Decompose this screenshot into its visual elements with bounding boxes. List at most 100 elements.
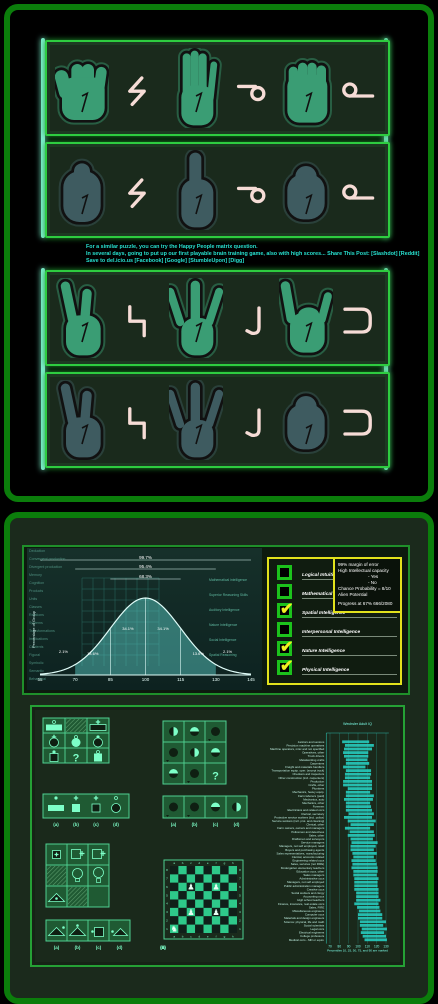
range-bar — [361, 927, 387, 931]
range-bar — [345, 794, 374, 798]
category-label: Medical occs - MD or equiv. — [289, 938, 325, 942]
dot-icon — [111, 930, 114, 933]
chess-board: aabbccddeeffgghh8 87 76 65 54 43 32 21 1♟ ♟♟ ♟♞ — [163, 859, 244, 940]
dot-icon — [54, 796, 58, 800]
answer-label: (a) — [54, 945, 60, 950]
answer-label: (a) — [53, 822, 59, 827]
chess-square — [195, 866, 204, 875]
chess-square — [170, 907, 179, 917]
puzzle1-answers: (a) (b) (c) (d) — [42, 793, 130, 827]
puzzle2-answers: (a) (b) (c) (d) — [162, 795, 248, 827]
dark-ball-icon — [169, 748, 178, 757]
range-bar — [342, 740, 370, 744]
range-bar — [343, 783, 372, 787]
range-bar — [358, 913, 383, 916]
chess-square — [195, 907, 204, 917]
range-bar — [354, 888, 379, 891]
range-bar — [350, 823, 374, 826]
chess-square — [220, 916, 229, 925]
pawn-icon[interactable]: ♟ — [187, 883, 194, 892]
dark-circle-icon — [49, 737, 59, 748]
range-bar — [359, 920, 386, 924]
chess-square — [186, 916, 196, 925]
square-icon — [94, 927, 104, 937]
chess-square — [170, 866, 179, 875]
range-bar — [351, 859, 376, 862]
answer-label: (d) — [234, 822, 240, 827]
range-bar — [351, 841, 378, 844]
puzzle3-matrix — [45, 843, 110, 908]
range-bar — [344, 826, 371, 830]
chess-square — [170, 882, 179, 892]
range-bar — [345, 758, 368, 762]
range-bar — [344, 744, 374, 747]
range-bar — [351, 866, 378, 870]
chess-square — [170, 899, 179, 908]
chess-square — [186, 891, 196, 900]
chess-square — [203, 907, 212, 917]
chess-square — [178, 907, 187, 917]
pawn-icon[interactable]: ♟ — [187, 908, 194, 917]
chess-square — [220, 899, 229, 908]
chess-square — [195, 874, 204, 883]
puzzle2-matrix: ? — [162, 720, 227, 785]
chess-square — [220, 866, 229, 875]
chess-square — [178, 874, 187, 883]
chess-square — [211, 874, 221, 883]
chess-answer-labels: (a)(b)(c)(d) — [160, 945, 166, 950]
chess-square — [228, 891, 237, 900]
puzzle-cell — [64, 717, 88, 734]
puzzle-cell — [45, 864, 68, 887]
chess-square — [203, 874, 212, 883]
chess-square — [186, 866, 196, 875]
question-mark-icon: ? — [73, 753, 80, 765]
dark-ball-icon — [190, 802, 199, 812]
chess-square — [203, 891, 212, 900]
chess-square — [178, 899, 187, 908]
range-bar — [344, 816, 372, 819]
range-bar — [359, 924, 384, 927]
range-bar — [358, 916, 383, 920]
chess-square — [228, 916, 237, 925]
knight-icon[interactable]: ♞ — [171, 925, 178, 934]
hatch-fill — [66, 719, 86, 732]
pawn-icon[interactable]: ♟ — [212, 908, 219, 917]
range-bar — [350, 848, 374, 852]
answer-label: (b) — [73, 822, 79, 827]
range-bar — [347, 787, 372, 790]
range-bar — [343, 765, 366, 769]
range-bar — [353, 873, 377, 877]
answer-label: (d) — [160, 945, 166, 950]
light-square-icon — [72, 804, 80, 812]
chess-square — [195, 924, 204, 933]
chess-square — [228, 907, 237, 917]
range-bar — [344, 747, 372, 751]
light-circle-icon — [71, 738, 81, 747]
chess-square — [228, 882, 237, 892]
chess-square — [203, 916, 212, 925]
hatch-fill — [47, 866, 66, 885]
range-bar — [343, 780, 372, 783]
light-rectangle-icon — [46, 724, 62, 731]
chess-square — [178, 882, 187, 892]
dark-square-icon — [91, 803, 101, 813]
dot-icon — [76, 924, 79, 927]
dark-ball-icon — [169, 802, 178, 812]
chess-square — [203, 899, 212, 908]
range-bar — [345, 801, 371, 805]
range-bar — [349, 830, 374, 834]
chess-square — [186, 874, 196, 883]
range-bar — [356, 898, 381, 902]
dot-icon — [55, 897, 58, 900]
chess-square — [195, 916, 204, 925]
chess-square — [170, 916, 179, 925]
range-bar — [347, 819, 376, 823]
iq-occupation-chart: Wechsler Adult IQ70 80 90 100 110 120 130Janit… — [270, 722, 389, 953]
chess-square — [195, 882, 204, 892]
answer-label: (d) — [113, 822, 119, 827]
chess-square — [220, 907, 229, 917]
puzzle3-answers: (a) (b) (c) (d) — [45, 919, 131, 950]
pawn-icon[interactable]: ♟ — [212, 883, 219, 892]
dark-ball-icon — [211, 727, 220, 736]
range-bar — [362, 934, 386, 938]
